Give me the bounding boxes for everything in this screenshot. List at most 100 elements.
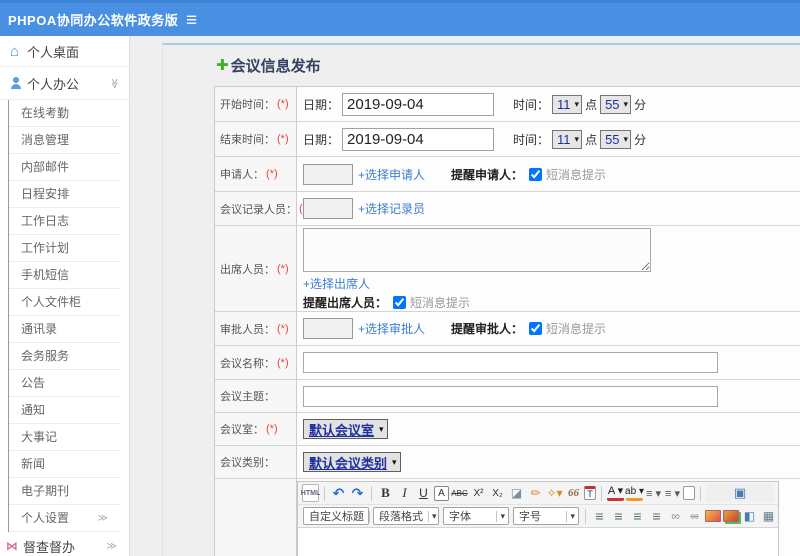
sidebar-submenu-item[interactable]: 大事记 [9,424,120,451]
meeting-subject-input[interactable] [303,385,718,407]
strikethrough-icon[interactable]: ABC [451,484,468,502]
undo-icon[interactable]: ↶ [330,484,347,502]
hour-value: 11 [557,96,571,112]
italic-icon[interactable]: I [396,484,413,502]
quick-format-icon[interactable]: ✧▾ [546,484,563,502]
sidebar-submenu-item[interactable]: 新闻 [9,451,120,478]
sms-remind-checkbox[interactable] [529,167,543,181]
font-family-select[interactable]: 字体 [443,507,509,525]
sidebar-submenu-item[interactable]: 通知 [9,397,120,424]
meeting-form-table: 开始时间：(*) 日期： 时间： 11▾ 点 55▾ 分 结束时间：(*) [214,86,800,556]
select-attendees-link[interactable]: +选择出席人 [303,275,370,292]
font-color-icon[interactable]: A ▾ [607,486,624,501]
superscript-icon[interactable]: X² [470,484,487,502]
start-date-input[interactable] [342,92,495,116]
end-hour-select[interactable]: 11 ▾ [552,129,583,149]
subscript-icon[interactable]: X₂ [489,484,506,502]
select-applicant-link[interactable]: +选择申请人 [358,166,425,183]
field-label-text: 会议主题： [220,391,275,403]
field-label-text: 审批人员： [220,323,275,336]
remind-attendees-label: 提醒出席人员： [303,296,388,310]
sidebar-item-supervision[interactable]: ⋈ 督查督办 ≫ [0,532,129,556]
heading-select[interactable]: 自定义标题 [303,507,369,525]
fullscreen-icon[interactable]: ▣ [706,484,774,502]
unlink-icon[interactable]: ∞ [686,507,703,525]
sidebar-item-personal-desktop[interactable]: ⌂ 个人桌面 [0,36,129,67]
insert-table-icon[interactable]: ▦ [760,507,777,525]
link-icon[interactable]: ∞ [667,507,684,525]
format-brush-icon[interactable]: ✏ [527,484,544,502]
start-hour-select[interactable]: 11 ▾ [552,94,583,114]
meeting-category-select[interactable]: 默认会议类别 ▾ [303,452,401,472]
select-recorder-link[interactable]: +选择记录员 [358,200,425,217]
required-mark: (*) [277,98,289,110]
paragraph-format-select[interactable]: 段落格式 [373,507,439,525]
field-content: +选择记录员 [297,192,800,225]
insert-media-icon[interactable] [723,510,739,522]
field-label [215,479,297,556]
page-layout-icon[interactable]: ◧ [741,507,758,525]
insert-image-icon[interactable] [705,510,721,522]
editor-content-area[interactable] [298,527,778,556]
chevron-down-icon: ▾ [379,423,384,434]
paste-icon[interactable]: T [584,486,596,500]
align-left-icon[interactable]: ≡ [591,507,608,525]
required-mark: (*) [277,262,289,275]
meeting-category-value: 默认会议类别 [309,455,388,471]
select-approver-link[interactable]: +选择审批人 [358,320,425,337]
end-minute-select[interactable]: 55 ▾ [600,129,632,149]
applicant-input[interactable] [303,163,353,185]
html-source-button[interactable]: HTML [301,484,320,502]
hamburger-menu-icon[interactable]: ≡ [186,7,197,35]
sidebar-submenu-item[interactable]: 手机短信 [9,262,120,289]
sidebar-submenu-item[interactable]: 工作计划 [9,235,120,262]
unordered-list-icon[interactable]: ≡ ▾ [664,484,681,502]
toolbar-separator [601,485,602,501]
underline-icon[interactable]: U [415,484,432,502]
font-style-icon[interactable]: A [434,485,449,501]
field-label: 会议室： (*) [215,413,297,445]
sidebar-submenu-item[interactable]: 消息管理 [9,127,120,154]
start-minute-select[interactable]: 55 ▾ [600,94,632,114]
sidebar-item-personal-office[interactable]: 个人办公 ≫ [0,67,129,100]
field-label: 开始时间： (*) [215,87,297,121]
align-center-icon[interactable]: ≡ [610,507,627,525]
meeting-room-select[interactable]: 默认会议室 ▾ [303,419,388,439]
sidebar-item-personal-settings[interactable]: 个人设置 ≫ [9,505,120,532]
sidebar-submenu-item[interactable]: 内部邮件 [9,154,120,181]
form-row-meeting-room: 会议室： (*) 默认会议室 ▾ [215,413,800,446]
ordered-list-icon[interactable]: ≡ ▾ [645,484,662,502]
approver-input[interactable] [303,318,353,339]
highlight-color-icon[interactable]: ab ▾ [625,486,644,501]
sms-remind-checkbox[interactable] [393,296,407,309]
align-right-icon[interactable]: ≡ [629,507,646,525]
required-mark: (*) [277,133,289,145]
end-date-input[interactable] [342,127,495,151]
remove-format-icon[interactable]: ◪ [508,484,525,502]
sidebar-submenu-item[interactable]: 通讯录 [9,316,120,343]
meeting-name-input[interactable] [303,352,718,373]
bold-icon[interactable]: B [377,484,394,502]
align-justify-icon[interactable]: ≡ [648,507,665,525]
redo-icon[interactable]: ↷ [349,484,366,502]
sms-hint-label: 短消息提示 [546,322,607,336]
blockquote-icon[interactable]: 66 [565,484,582,502]
sidebar-submenu-item[interactable]: 电子期刊 [9,478,120,505]
sidebar-submenu-item[interactable]: 工作日志 [9,208,120,235]
attendees-textarea[interactable] [303,228,651,272]
sidebar-submenu-item[interactable]: 公告 [9,370,120,397]
sidebar-submenu-item[interactable]: 会务服务 [9,343,120,370]
user-icon [10,77,22,89]
field-content [297,346,800,379]
sidebar-submenu-item[interactable]: 日程安排 [9,181,120,208]
new-page-icon[interactable] [683,486,695,500]
chevron-down-icon: ▾ [574,133,580,144]
font-size-select[interactable]: 字号 [513,507,579,525]
recorder-input[interactable] [303,198,353,219]
sidebar-submenu-item[interactable]: 个人文件柜 [9,289,120,316]
sidebar-submenu-item[interactable]: 在线考勤 [9,100,120,127]
sms-remind-checkbox[interactable] [529,322,543,335]
app-title: PHPOA协同办公软件政务版 [8,13,179,28]
required-mark: (*) [277,322,289,335]
minute-unit-label: 分 [634,132,647,147]
